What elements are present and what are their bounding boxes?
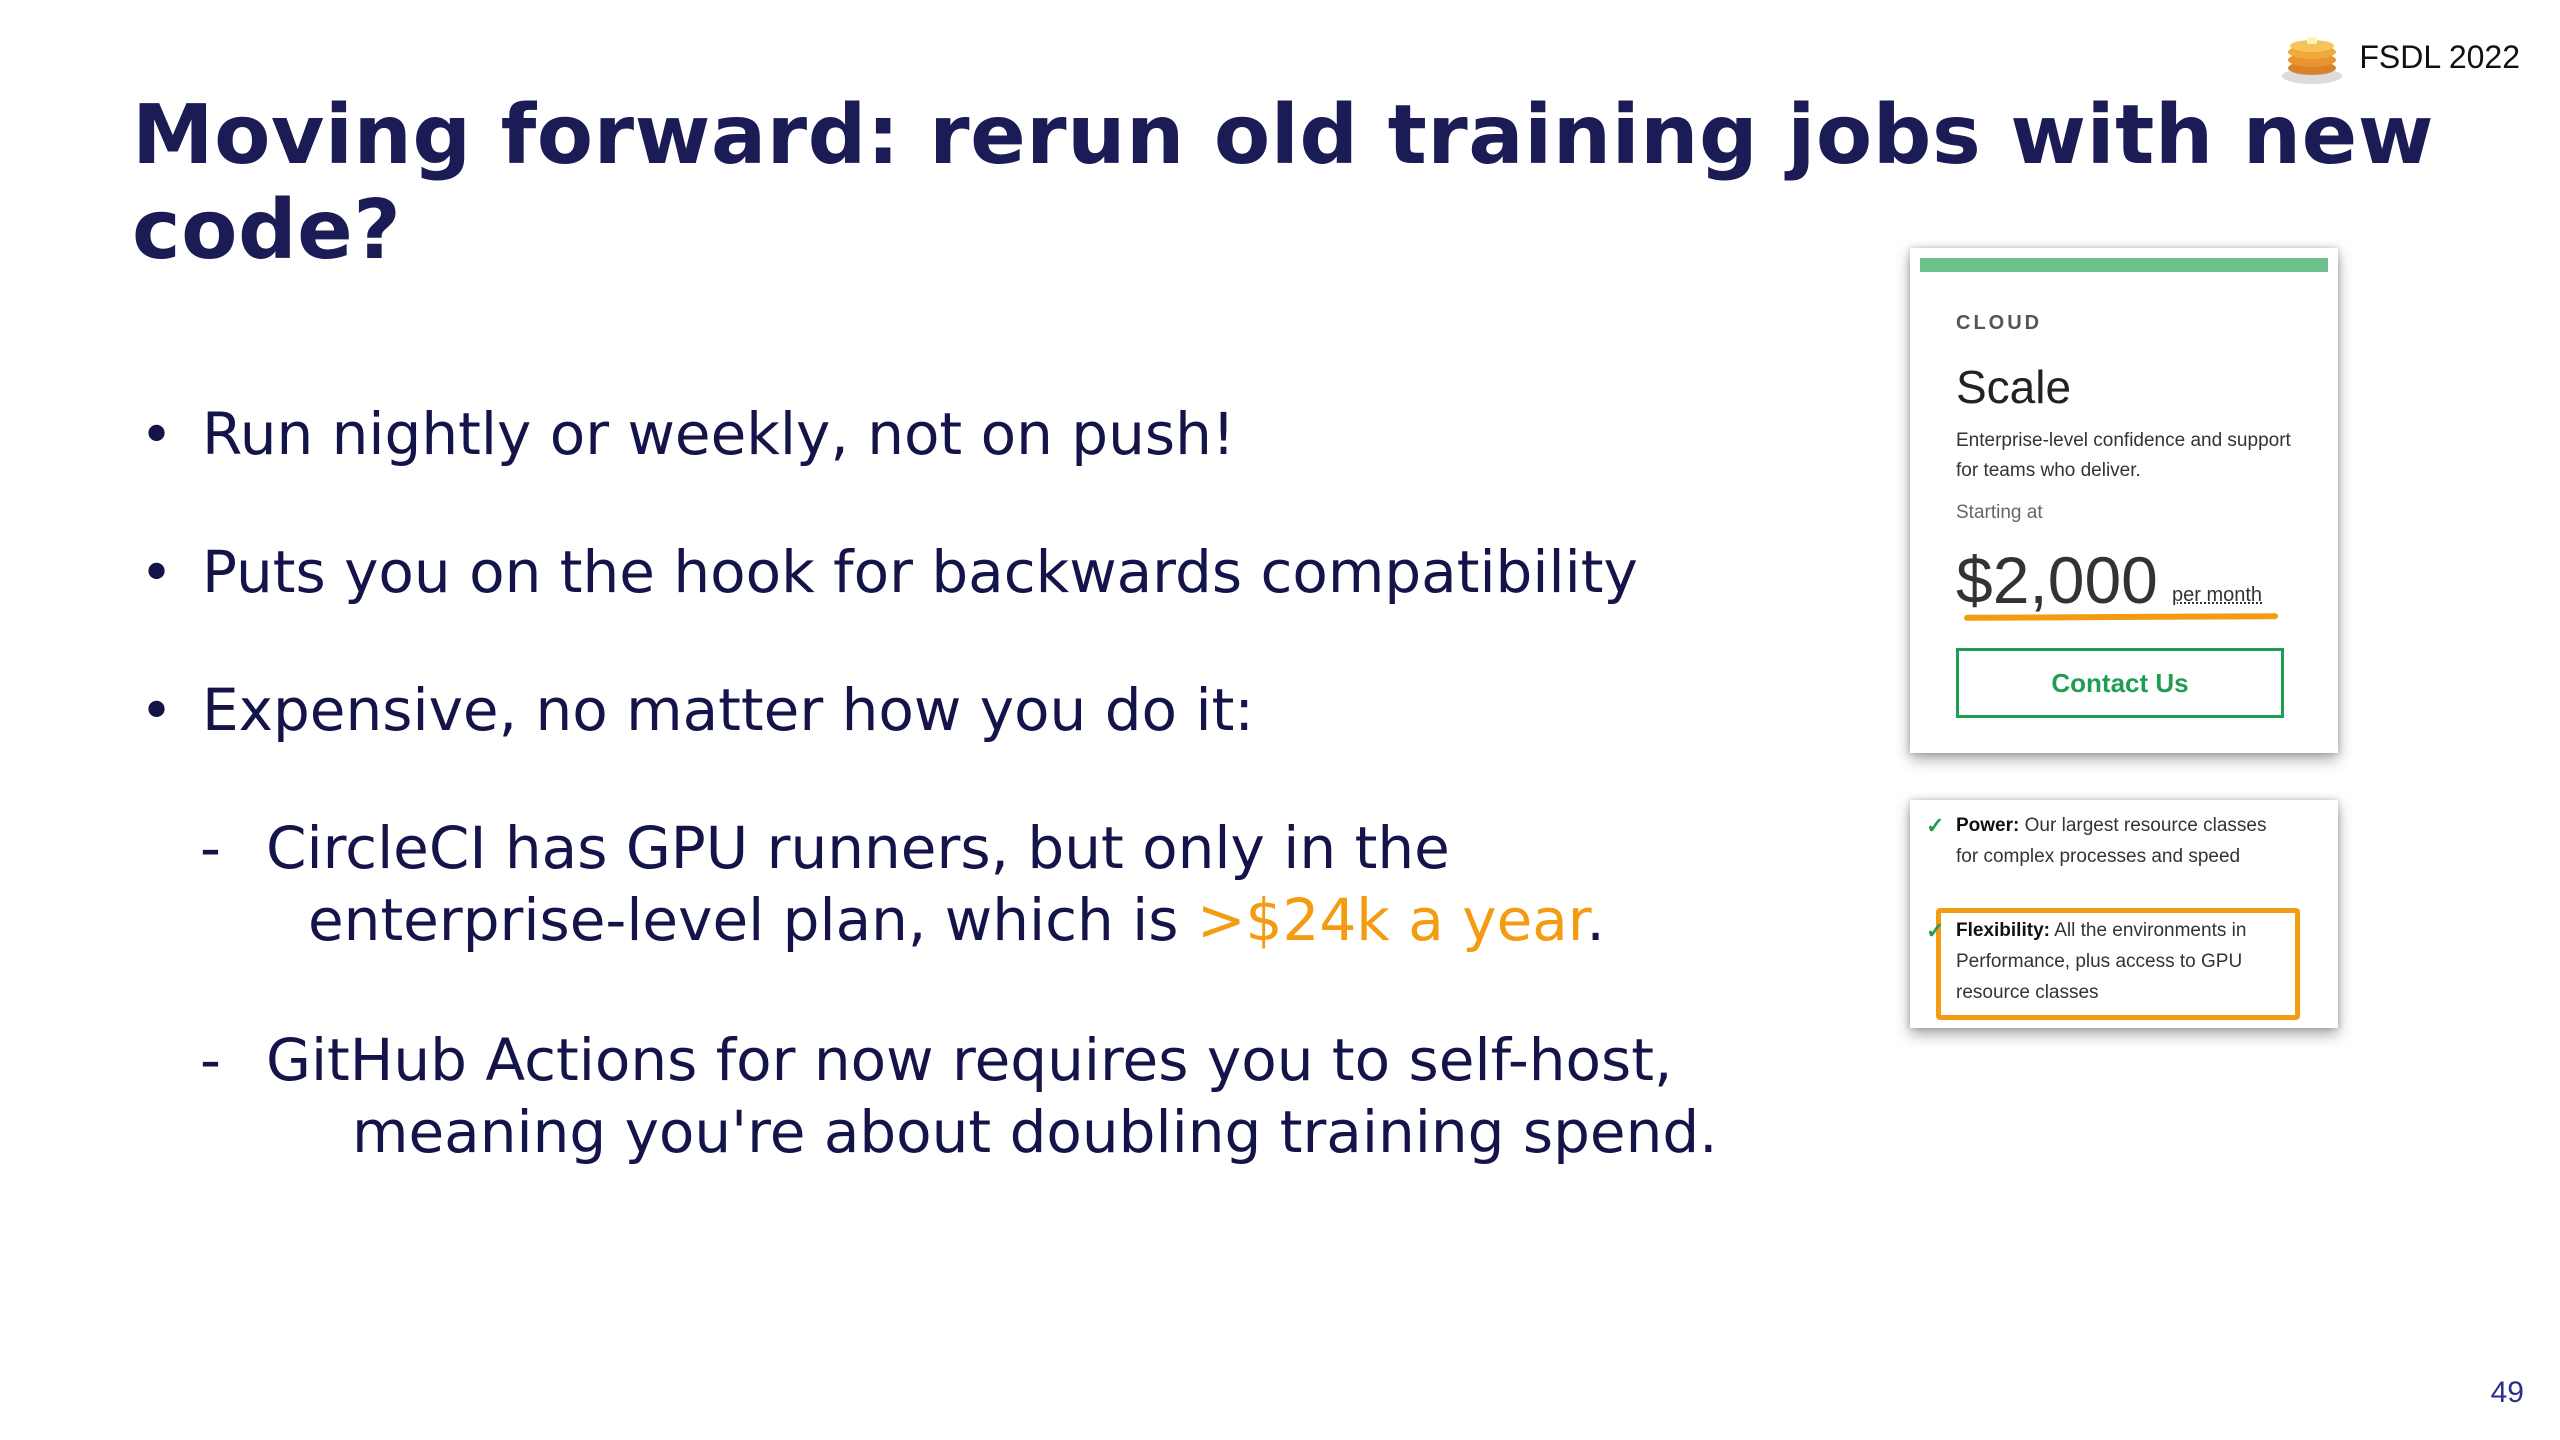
plan-description: Enterprise-level confidence and support … xyxy=(1956,430,2291,481)
plan-price: $2,000 xyxy=(1956,543,2158,617)
sub-bullet-line: meaning you're about doubling training s… xyxy=(352,1098,1718,1166)
contact-us-button[interactable]: Contact Us xyxy=(1956,648,2284,718)
bullet-text: Puts you on the hook for backwards compa… xyxy=(202,538,1638,606)
bullet-item: • Run nightly or weekly, not on push! xyxy=(140,400,1235,468)
feature-name: Flexibility: xyxy=(1956,920,2050,941)
brand-label: FSDL 2022 xyxy=(2359,38,2520,75)
feature-name: Power: xyxy=(1956,815,2020,836)
price-period: per month xyxy=(2172,584,2263,606)
sub-bullet-item: - GitHub Actions for now requires you to… xyxy=(200,1026,1718,1166)
bullet-marker: • xyxy=(140,541,174,606)
bullet-marker: • xyxy=(140,679,174,744)
sub-bullet-line: CircleCI has GPU runners, but only in th… xyxy=(266,814,1450,882)
brand: FSDL 2022 xyxy=(2279,28,2520,86)
features-card: ✓ Power: Our largest resource classes fo… xyxy=(1910,800,2338,1028)
feature-item: ✓ Flexibility: All the environments in P… xyxy=(1926,915,2286,1008)
bullet-marker: • xyxy=(140,403,174,468)
bullet-text: Run nightly or weekly, not on push! xyxy=(202,400,1236,468)
feature-item: ✓ Power: Our largest resource classes fo… xyxy=(1926,810,2286,872)
card-accent-bar xyxy=(1920,258,2328,272)
card-eyebrow: CLOUD xyxy=(1956,312,2043,334)
sub-bullet-text: enterprise-level plan, which is xyxy=(308,886,1197,954)
bullet-text: Expensive, no matter how you do it: xyxy=(202,676,1254,744)
sub-bullet-marker: - xyxy=(200,1026,221,1094)
price-highlight: >$24k a year xyxy=(1196,886,1587,954)
bullet-item: • Expensive, no matter how you do it: xyxy=(140,676,1254,744)
sub-bullet-line: GitHub Actions for now requires you to s… xyxy=(266,1026,1673,1094)
page-number: 49 xyxy=(2490,1376,2524,1409)
sub-bullet-item: - CircleCI has GPU runners, but only in … xyxy=(200,814,1605,954)
sub-bullet-line: enterprise-level plan, which is >$24k a … xyxy=(200,886,1605,954)
pancake-icon xyxy=(2282,37,2343,84)
check-icon: ✓ xyxy=(1926,813,1945,838)
check-icon: ✓ xyxy=(1926,918,1945,943)
sub-bullet-text: . xyxy=(1586,886,1605,954)
sub-bullet-marker: - xyxy=(200,814,221,882)
plan-name: Scale xyxy=(1956,361,2072,413)
price-underline-annotation xyxy=(1963,613,2279,621)
bullet-item: • Puts you on the hook for backwards com… xyxy=(140,538,1638,606)
pricing-card: CLOUD Scale Enterprise-level confidence … xyxy=(1910,248,2338,753)
starting-label: Starting at xyxy=(1956,502,2043,523)
